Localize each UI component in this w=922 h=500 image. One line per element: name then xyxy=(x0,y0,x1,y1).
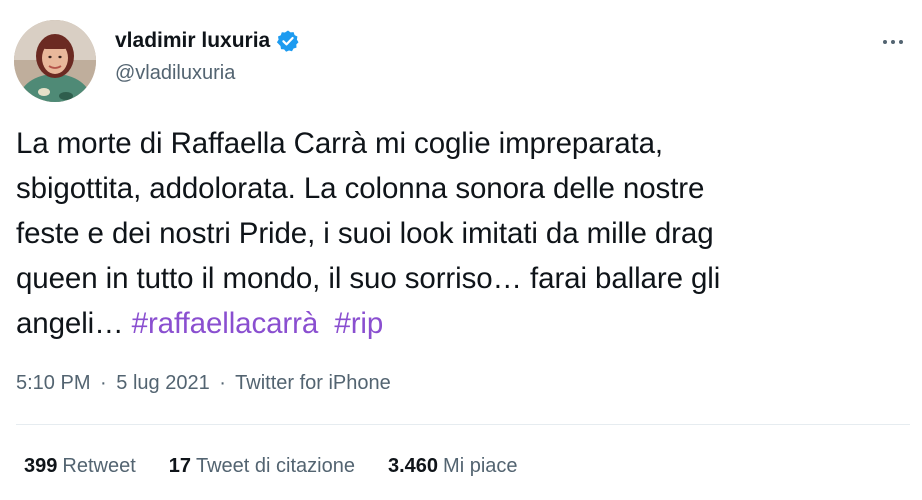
meta-separator: · xyxy=(219,372,226,394)
tweet-source-link[interactable]: Twitter for iPhone xyxy=(235,372,391,394)
tweet-text-line: La morte di Raffaella Carrà mi coglie im… xyxy=(16,127,664,160)
tweet-date[interactable]: 5 lug 2021 xyxy=(116,372,209,394)
more-dot xyxy=(899,40,903,44)
likes-label: Mi piace xyxy=(443,455,518,477)
more-dot xyxy=(883,40,887,44)
retweets-label: Retweet xyxy=(62,455,136,477)
tweet-text-line: feste e dei nostri Pride, i suoi look im… xyxy=(16,217,714,250)
quote-tweets-label: Tweet di citazione xyxy=(196,455,355,477)
display-name-row: vladimir luxuria xyxy=(115,28,300,54)
more-options-icon[interactable] xyxy=(876,32,910,52)
tweet-card: vladimir luxuria @vladiluxuria La morte … xyxy=(0,0,922,500)
tweet-text-line: queen in tutto il mondo, il suo sorriso…… xyxy=(16,262,721,295)
tweet-text-fragment: angeli… xyxy=(16,307,132,340)
tweet-time[interactable]: 5:10 PM xyxy=(16,372,90,394)
tweet-text: La morte di Raffaella Carrà mi coglie im… xyxy=(16,121,896,346)
verified-badge-icon xyxy=(276,29,300,53)
likes-stat[interactable]: 3.460 Mi piace xyxy=(388,455,518,478)
retweets-count: 399 xyxy=(24,455,58,477)
meta-separator: · xyxy=(100,372,107,394)
avatar-image xyxy=(14,20,96,102)
tweet-text-line-last: angeli… #raffaellacarrà #rip xyxy=(16,301,896,346)
avatar[interactable] xyxy=(14,20,96,102)
hashtag-link-rip[interactable]: #rip xyxy=(334,307,383,340)
display-name[interactable]: vladimir luxuria xyxy=(115,29,270,53)
tweet-stats: 399 Retweet 17 Tweet di citazione 3.460 Mi … xyxy=(24,455,551,478)
quote-tweets-count: 17 xyxy=(168,455,191,477)
quote-tweets-stat[interactable]: 17 Tweet di citazione xyxy=(169,455,355,478)
hashtag-link-raffaellacarra[interactable]: #raffaellacarrà xyxy=(132,307,319,340)
divider xyxy=(16,424,910,425)
user-handle[interactable]: @vladiluxuria xyxy=(115,62,235,85)
more-dot xyxy=(891,40,895,44)
tweet-meta: 5:10 PM · 5 lug 2021 · Twitter for iPhon… xyxy=(16,372,391,395)
likes-count: 3.460 xyxy=(387,455,439,477)
tweet-text-line: sbigottita, addolorata. La colonna sonor… xyxy=(16,172,705,205)
retweets-stat[interactable]: 399 Retweet xyxy=(24,455,136,478)
